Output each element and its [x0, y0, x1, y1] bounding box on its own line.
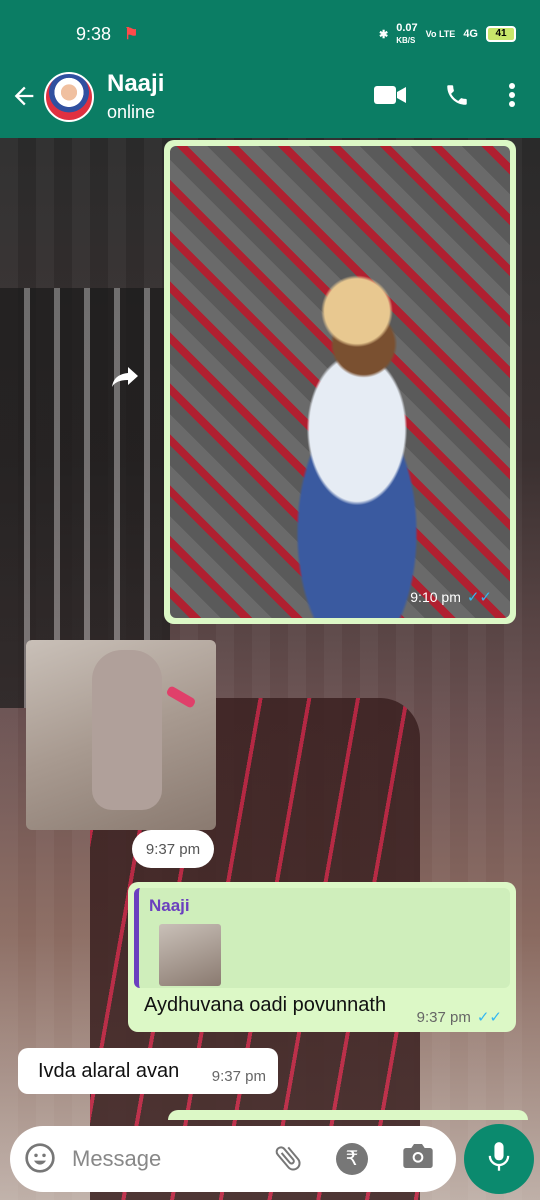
payment-icon[interactable]: ₹ — [336, 1143, 368, 1175]
network-speed: 0.07 KB/S — [396, 22, 418, 45]
emoji-icon[interactable] — [24, 1142, 56, 1181]
partial-message — [168, 1110, 528, 1120]
read-ticks-icon: ✓✓ — [466, 589, 492, 606]
voice-call-icon[interactable] — [444, 82, 470, 113]
status-bar: 9:38 ⚑ ✱ 0.07 KB/S Vo LTE 4G 41 — [0, 0, 540, 64]
incoming-text-message[interactable]: Ivda alaral avan 9:37 pm — [18, 1048, 278, 1094]
volte-indicator: Vo LTE — [425, 29, 456, 39]
message-timestamp: 9:37 pm — [211, 1068, 266, 1085]
quoted-sender: Naaji — [149, 896, 190, 915]
incoming-image-timestamp: 9:37 pm — [132, 830, 214, 868]
bluetooth-icon: ✱ — [379, 28, 389, 41]
quoted-image-thumbnail — [159, 924, 221, 986]
message-timestamp: 9:10 pm ✓✓ — [410, 589, 492, 606]
signal-indicator: 4G — [463, 28, 478, 40]
baby-photo[interactable]: 9:10 pm ✓✓ — [170, 146, 510, 618]
image-figure — [92, 650, 162, 810]
message-timestamp: 9:37 pm ✓✓ — [416, 1009, 502, 1026]
contact-name[interactable]: Naaji — [107, 70, 164, 98]
incoming-image-message[interactable] — [26, 640, 216, 830]
microphone-icon — [486, 1141, 512, 1178]
back-arrow-icon[interactable] — [10, 82, 38, 116]
message-input[interactable]: Message — [72, 1146, 161, 1172]
read-ticks-icon: ✓✓ — [476, 1009, 502, 1026]
attach-icon[interactable] — [272, 1142, 304, 1181]
video-call-icon[interactable] — [374, 84, 406, 111]
image-accent — [165, 685, 197, 709]
message-text: Ivda alaral avan — [38, 1060, 180, 1082]
battery-indicator: 41 — [486, 26, 516, 42]
message-composer[interactable]: Message ₹ — [10, 1126, 456, 1192]
system-icons: ✱ 0.07 KB/S Vo LTE 4G 41 — [379, 22, 516, 46]
outgoing-image-message[interactable]: 9:10 pm ✓✓ — [164, 140, 516, 624]
chat-header: Naaji online — [0, 64, 540, 138]
more-options-icon[interactable] — [508, 82, 516, 113]
message-text: Aydhuvana oadi povunnath — [144, 994, 387, 1016]
quoted-message[interactable]: Naaji — [134, 888, 510, 988]
status-time: 9:38 — [76, 24, 112, 44]
camera-icon[interactable] — [402, 1142, 434, 1177]
contact-avatar[interactable] — [44, 72, 94, 122]
forward-icon[interactable] — [110, 364, 140, 396]
voice-record-button[interactable] — [464, 1124, 534, 1194]
contact-status: online — [107, 102, 156, 122]
notification-icon: ⚑ — [124, 26, 139, 43]
outgoing-reply-message[interactable]: Naaji Aydhuvana oadi povunnath 9:37 pm ✓✓ — [128, 882, 516, 1032]
